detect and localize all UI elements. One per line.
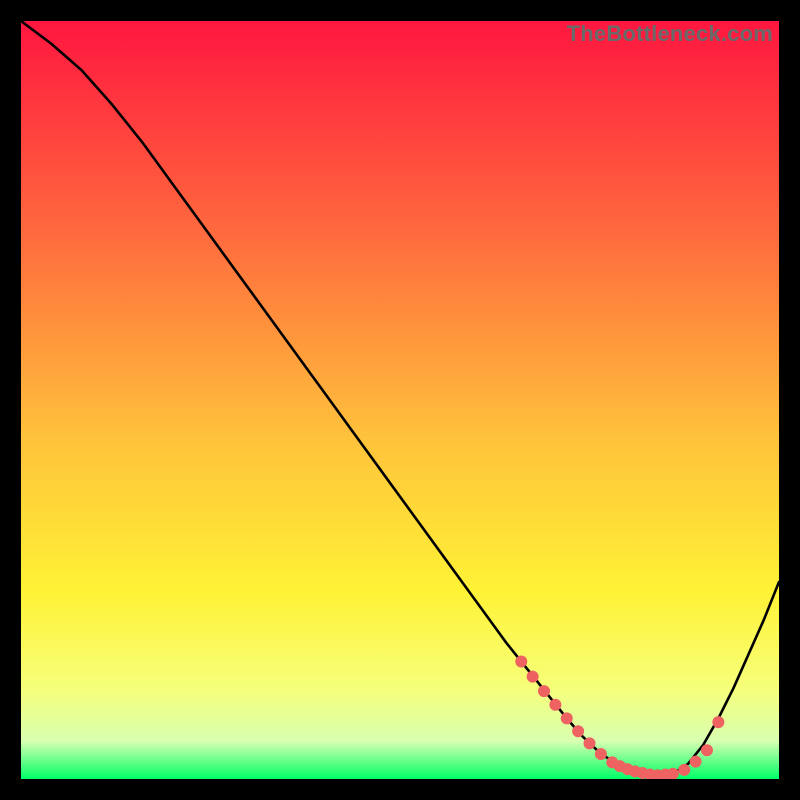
marker-point — [678, 764, 690, 776]
marker-point — [595, 748, 607, 760]
marker-point — [572, 725, 584, 737]
watermark-label: TheBottleneck.com — [567, 21, 773, 47]
marker-point — [584, 737, 596, 749]
marker-point — [561, 712, 573, 724]
chart-frame: TheBottleneck.com — [0, 0, 800, 800]
plot-area: TheBottleneck.com — [21, 21, 779, 779]
marker-point — [538, 685, 550, 697]
chart-svg — [21, 21, 779, 779]
marker-point — [549, 699, 561, 711]
marker-point — [527, 671, 539, 683]
marker-point — [701, 744, 713, 756]
marker-point — [515, 656, 527, 668]
marker-point — [712, 716, 724, 728]
marker-point — [690, 756, 702, 768]
